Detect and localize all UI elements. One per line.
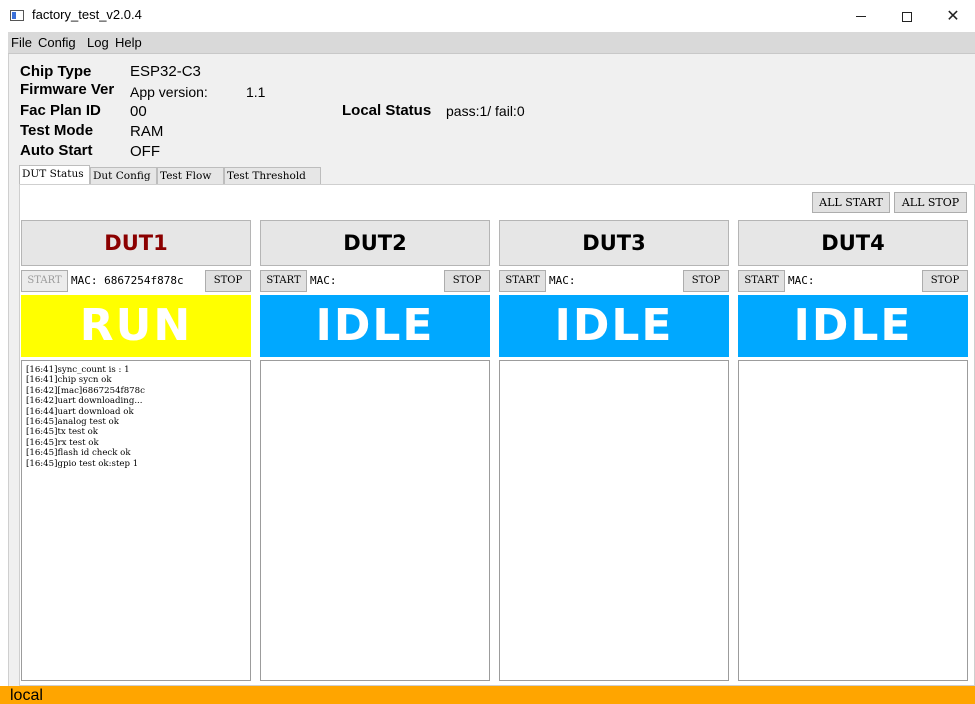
dut1-log[interactable]: [16:41]sync_count is : 1 [16:41]chip syc… [21,360,251,681]
app-version-value: 1.1 [246,84,266,100]
log-line: [16:42]uart downloading... [26,396,143,407]
dut1-stop-button[interactable]: STOP [205,270,251,292]
main-area: Chip Type ESP32-C3 Firmware Ver App vers… [8,54,975,686]
tab-dut-status[interactable]: DUT Status [19,165,90,184]
dut3-header: DUT3 [499,220,729,266]
app-version-label: App version: [130,84,208,100]
fac-plan-value: 00 [130,103,147,120]
local-status-label: Local Status [342,102,432,119]
dut2-log[interactable] [260,360,490,681]
minimize-icon [856,16,866,17]
dut4-start-button[interactable]: START [738,270,785,292]
dut4-log[interactable] [738,360,968,681]
dut3-stop-button[interactable]: STOP [683,270,729,292]
auto-start-value: OFF [130,143,160,160]
dut3-controls: START MAC: STOP [499,270,729,292]
dut2-controls: START MAC: STOP [260,270,490,292]
tab-test-flow[interactable]: Test Flow [157,167,224,184]
chip-type-value: ESP32-C3 [130,63,201,80]
all-stop-button[interactable]: ALL STOP [894,192,967,213]
auto-start-label: Auto Start [20,142,93,159]
dut4-header: DUT4 [738,220,968,266]
dut4-stop-button[interactable]: STOP [922,270,968,292]
close-icon: ✕ [946,6,960,25]
dut1-header: DUT1 [21,220,251,266]
maximize-button[interactable] [884,0,930,32]
dut3-status-indicator: IDLE [499,295,729,357]
all-start-button[interactable]: ALL START [812,192,890,213]
tab-dut-config[interactable]: Dut Config [90,167,157,184]
local-status-value: pass:1/ fail:0 [446,103,525,119]
test-mode-value: RAM [130,123,164,140]
title-bar: factory_test_v2.0.4 ✕ [0,0,975,32]
maximize-icon [902,11,912,22]
app-icon [10,10,24,21]
tab-test-threshold[interactable]: Test Threshold [224,167,321,184]
dut2-header: DUT2 [260,220,490,266]
dut3-mac: MAC: [549,274,576,287]
dut3-start-button[interactable]: START [499,270,546,292]
dut1-controls: START MAC: 6867254f878c STOP [21,270,251,292]
menu-help[interactable]: Help [115,35,142,50]
dut4-controls: START MAC: STOP [738,270,968,292]
dut1-start-button[interactable]: START [21,270,68,292]
chip-type-label: Chip Type [20,63,92,80]
log-line: [16:45]rx test ok [26,437,99,448]
dut2-mac: MAC: [310,274,337,287]
close-button[interactable]: ✕ [930,0,975,32]
menu-bar: File Config Log Help [8,32,975,54]
log-line: [16:45]analog test ok [26,417,119,428]
dut4-status-indicator: IDLE [738,295,968,357]
dut1-status-indicator: RUN [21,295,251,357]
fac-plan-label: Fac Plan ID [20,102,101,119]
log-line: [16:45]gpio test ok:step 1 [26,458,139,469]
menu-log[interactable]: Log [87,35,109,50]
log-line: [16:45]tx test ok [26,427,99,438]
window-title: factory_test_v2.0.4 [32,7,142,22]
menu-file[interactable]: File [11,35,32,50]
log-line: [16:41]chip sycn ok [26,375,112,386]
dut4-mac: MAC: [788,274,815,287]
log-line: [16:45]flash id check ok [26,448,131,459]
test-mode-label: Test Mode [20,122,94,139]
dut2-status-indicator: IDLE [260,295,490,357]
dut2-start-button[interactable]: START [260,270,307,292]
firmware-label: Firmware Ver [20,81,115,98]
menu-config[interactable]: Config [38,35,76,50]
minimize-button[interactable] [838,0,884,32]
log-line: [16:41]sync_count is : 1 [26,365,130,375]
footer-text: local [10,687,43,704]
dut3-log[interactable] [499,360,729,681]
log-line: [16:42][mac]6867254f878c [26,385,145,396]
log-line: [16:44]uart download ok [26,406,134,417]
dut1-mac: MAC: 6867254f878c [71,274,184,287]
dut2-stop-button[interactable]: STOP [444,270,490,292]
status-footer: local [0,686,975,704]
